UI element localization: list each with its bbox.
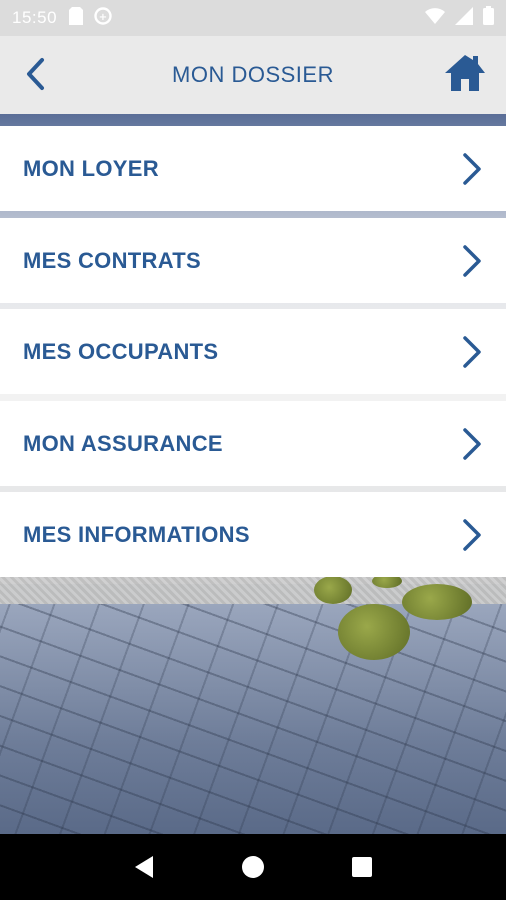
menu-item-label: MES OCCUPANTS <box>23 338 219 364</box>
bush <box>314 576 352 604</box>
system-nav-bar <box>0 834 506 900</box>
chevron-right-icon <box>463 519 481 551</box>
paved-driveway <box>0 604 506 834</box>
menu-item-label: MES INFORMATIONS <box>23 521 250 547</box>
bush <box>338 604 410 660</box>
battery-icon <box>483 6 494 30</box>
page-title: MON DOSSIER <box>172 62 334 87</box>
svg-text:+: + <box>99 12 107 23</box>
status-left-icons: + <box>69 6 113 31</box>
recents-square-icon <box>351 857 372 877</box>
menu-item-label: MON LOYER <box>23 155 159 181</box>
nav-recents-button[interactable] <box>342 847 382 887</box>
data-saver-icon: + <box>93 6 113 31</box>
menu-item-label: MON ASSURANCE <box>23 430 223 456</box>
chevron-right-icon <box>463 245 481 277</box>
menu-item-mes-contrats[interactable]: MES CONTRATS <box>0 218 506 303</box>
app-bar: MON DOSSIER <box>0 36 506 114</box>
menu-item-mes-occupants[interactable]: MES OCCUPANTS <box>0 309 506 394</box>
status-right-icons <box>425 6 494 30</box>
back-button[interactable] <box>20 54 50 94</box>
home-button[interactable] <box>442 50 488 96</box>
status-bar: 15:50 + <box>0 0 506 36</box>
chevron-right-icon <box>463 336 481 368</box>
nav-home-button[interactable] <box>233 847 273 887</box>
chevron-right-icon <box>463 153 481 185</box>
menu-item-label: MES CONTRATS <box>23 247 201 273</box>
chevron-right-icon <box>463 428 481 460</box>
menu-item-mes-informations[interactable]: MES INFORMATIONS <box>0 492 506 577</box>
wifi-icon <box>425 7 445 29</box>
status-time: 15:50 <box>12 8 58 27</box>
signal-icon <box>455 6 473 30</box>
home-circle-icon <box>241 856 264 878</box>
menu-item-mon-assurance[interactable]: MON ASSURANCE <box>0 401 506 486</box>
menu-item-mon-loyer[interactable]: MON LOYER <box>0 126 506 211</box>
bush <box>402 584 472 620</box>
nav-back-button[interactable] <box>124 847 164 887</box>
sim-card-icon <box>69 6 84 30</box>
chevron-left-icon <box>27 58 44 90</box>
home-icon <box>445 55 485 91</box>
back-triangle-icon <box>135 856 154 878</box>
